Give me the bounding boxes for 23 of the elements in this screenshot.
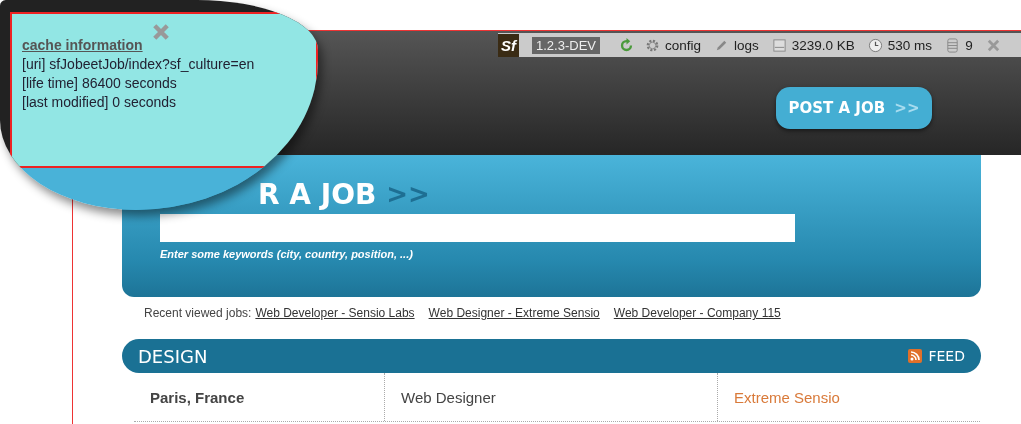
recent-label: Recent viewed jobs: [144, 306, 252, 320]
recent-job-link[interactable]: Web Designer - Extreme Sensio [428, 306, 600, 320]
version-badge: 1.2.3-DEV [532, 36, 600, 54]
company-cell-text: Extreme Sensio [733, 387, 840, 408]
position-cell[interactable]: Web Designer [385, 373, 718, 421]
toolbar-logo[interactable]: Sf [498, 33, 519, 57]
arrows-mark: >> [386, 179, 430, 209]
search-hint: Enter some keywords (city, country, position, ...) [160, 248, 414, 260]
cache-info-line: [life time] 86400 seconds [22, 75, 178, 91]
category-title: DESIGN [138, 345, 208, 367]
recent-job-link[interactable]: Web Developer - Company 115 [613, 306, 781, 320]
toolbar-label[interactable]: config [665, 37, 701, 53]
toolbar-label[interactable]: 530 ms [887, 37, 933, 53]
search-heading: R A JOB [258, 177, 377, 211]
location-cell: Paris, France [134, 373, 385, 421]
cache-info-line: [last modified] 0 seconds [22, 94, 178, 110]
toolbar-label[interactable]: 9 [965, 37, 973, 53]
toolbar-label[interactable]: logs [734, 37, 759, 53]
cache-info-line: [uri] sfJobeetJob/index?sf_culture=en [22, 56, 256, 72]
cache-info-title: cache information [22, 37, 143, 53]
toolbar-label[interactable]: 3239.0 KB [791, 37, 855, 53]
recent-job-link[interactable]: Web Developer - Sensio Labs [255, 306, 415, 320]
feed-link[interactable]: FEED [928, 348, 965, 364]
